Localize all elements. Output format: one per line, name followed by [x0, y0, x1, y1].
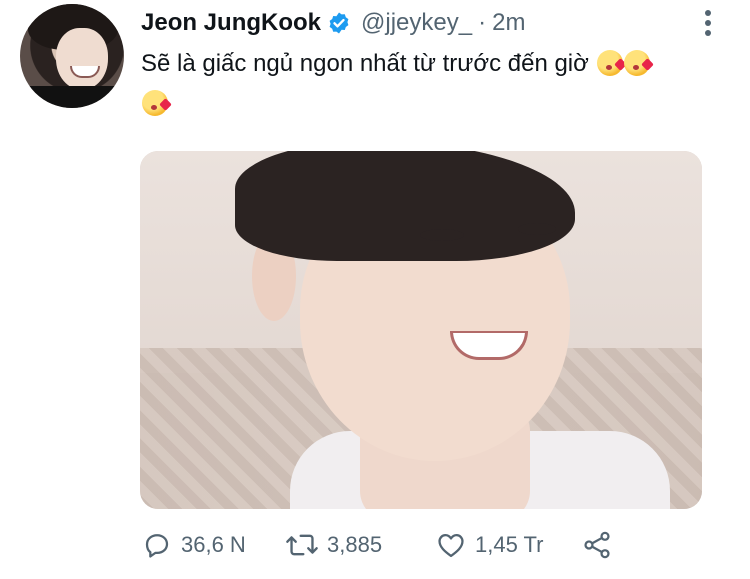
timestamp[interactable]: 2m	[492, 9, 525, 37]
avatar[interactable]	[20, 4, 124, 108]
handle[interactable]: @jjeykey_	[361, 9, 472, 37]
tweet-photo[interactable]	[140, 151, 702, 509]
share-icon	[584, 531, 610, 559]
like-icon	[438, 534, 464, 558]
retweet-button[interactable]: 3,885	[285, 528, 382, 562]
avatar-face	[56, 28, 108, 90]
more-dot	[705, 20, 711, 26]
more-vertical-icon[interactable]	[704, 10, 712, 36]
tweet-text: Sẽ là giấc ngủ ngon nhất từ trước đến gi…	[141, 44, 731, 124]
more-dot	[705, 30, 711, 36]
reply-icon	[145, 534, 169, 558]
tweet-actions: 36,6 N 3,885 1,45 Tr	[141, 528, 621, 562]
face-blowing-a-kiss-icon	[596, 50, 623, 76]
face-blowing-a-kiss-icon	[623, 50, 650, 76]
photo-hair	[235, 151, 575, 261]
separator-dot: ·	[478, 9, 487, 36]
tweet-text-content: Sẽ là giấc ngủ ngon nhất từ trước đến gi…	[141, 50, 589, 77]
like-count: 1,45 Tr	[475, 532, 544, 557]
share-button[interactable]	[581, 528, 613, 562]
retweet-icon	[286, 534, 318, 556]
retweet-count: 3,885	[327, 532, 383, 557]
like-button[interactable]: 1,45 Tr	[435, 528, 543, 562]
photo-eye	[518, 223, 556, 235]
avatar-shirt	[20, 86, 124, 108]
verified-badge-icon	[327, 11, 351, 35]
face-blowing-a-kiss-icon	[142, 90, 168, 116]
more-dot	[705, 10, 711, 16]
reply-button[interactable]: 36,6 N	[141, 528, 246, 562]
display-name[interactable]: Jeon JungKook	[141, 9, 321, 37]
photo-eye	[420, 229, 464, 241]
reply-count: 36,6 N	[181, 532, 246, 557]
tweet-header: Jeon JungKook @jjeykey_ · 2m	[141, 6, 525, 40]
